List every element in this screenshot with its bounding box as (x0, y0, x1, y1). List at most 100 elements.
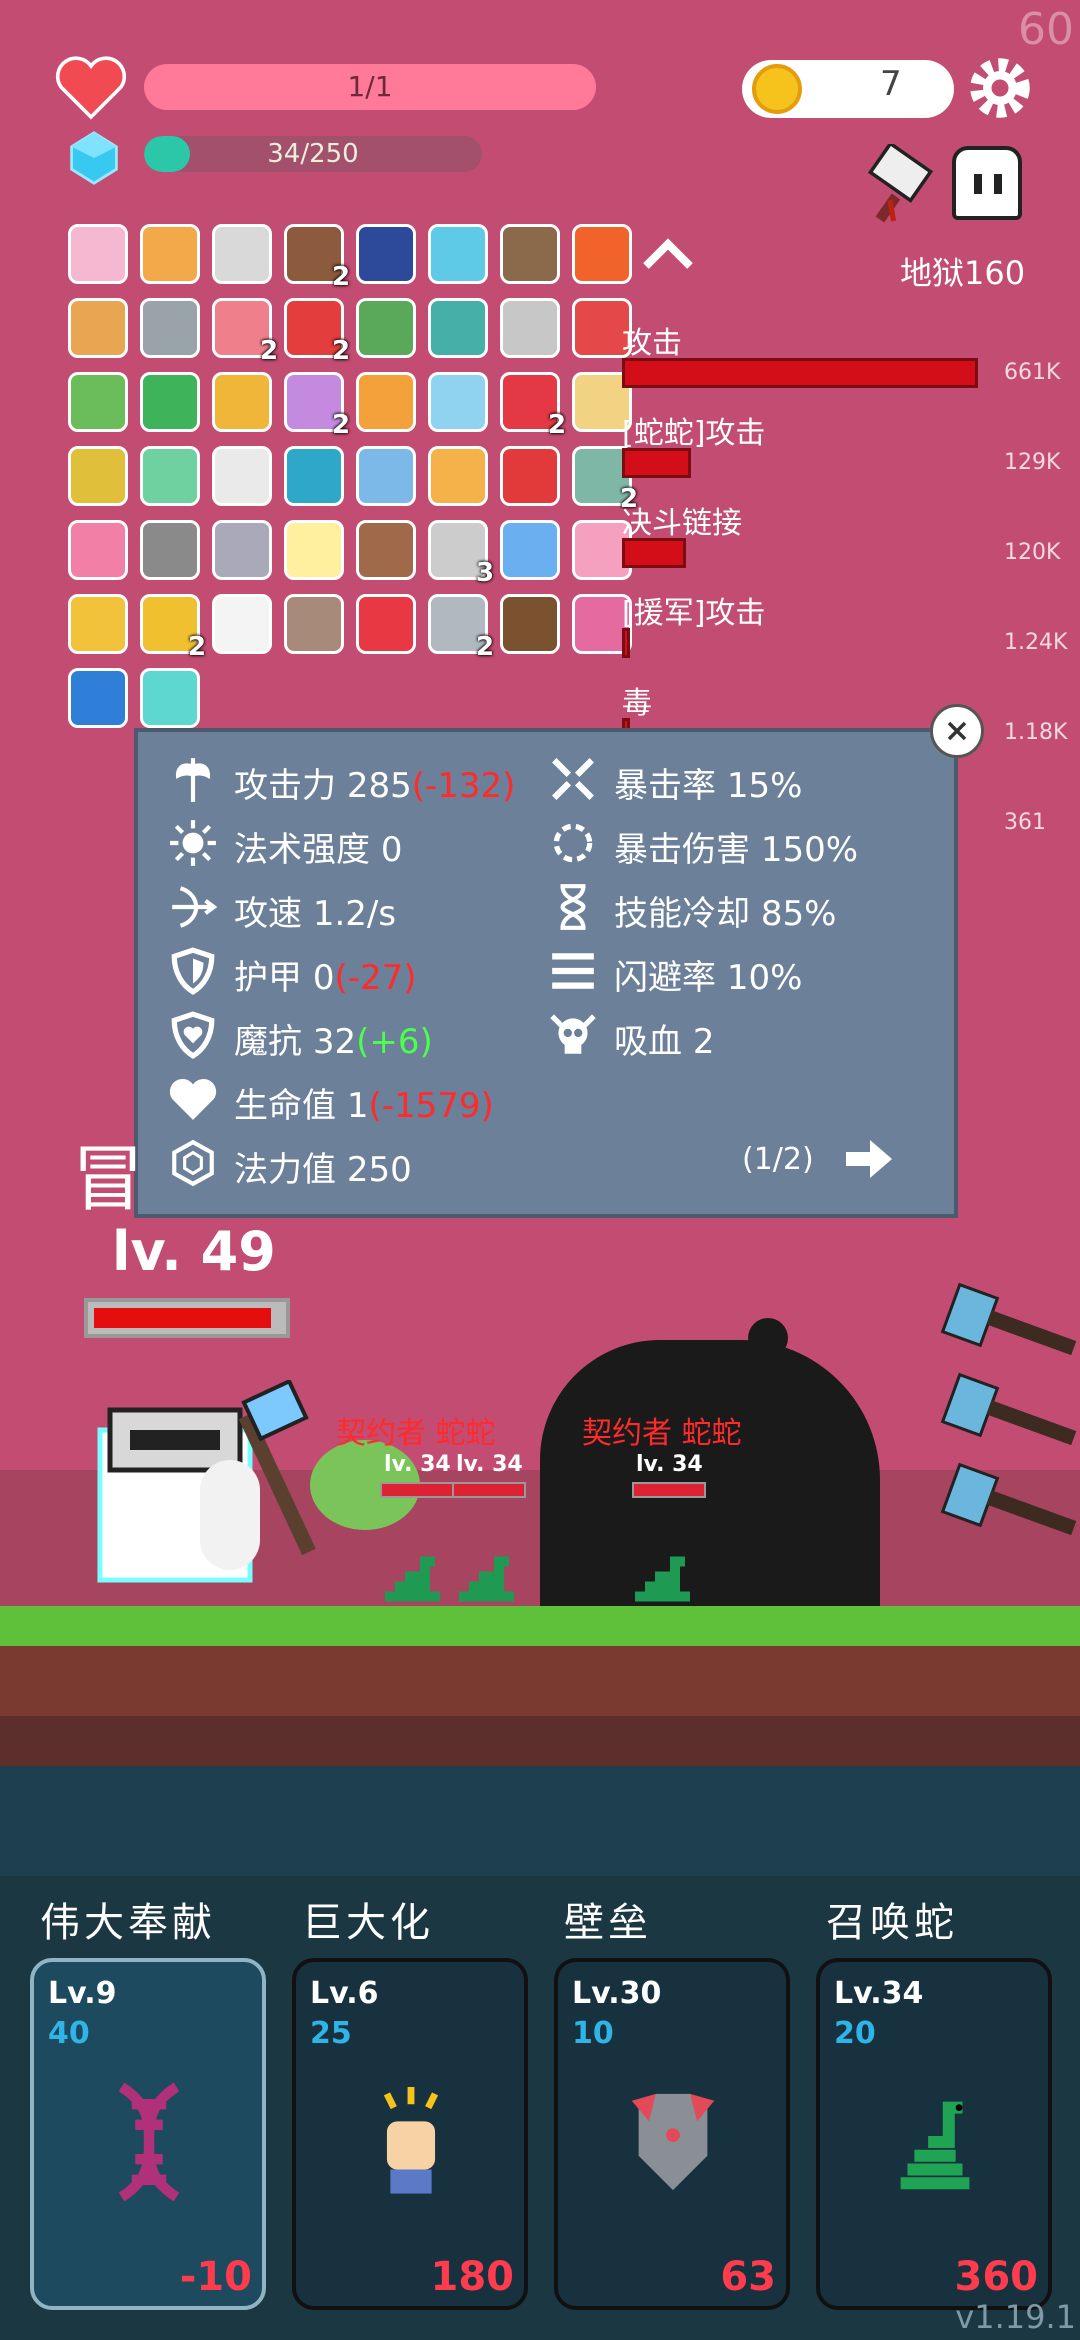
damage-source-label: 毒 (622, 686, 652, 721)
damage-bar (622, 358, 978, 388)
tools-icon[interactable] (212, 224, 272, 284)
scroll-icon[interactable] (140, 224, 200, 284)
dodge-icon (552, 953, 594, 989)
grass-ground (0, 1606, 1080, 1646)
damage-bar (622, 538, 686, 568)
envelope-icon[interactable] (68, 224, 128, 284)
apple-icon[interactable] (500, 446, 560, 506)
magic-shield-icon (171, 1011, 215, 1059)
robe-icon[interactable] (356, 446, 416, 506)
ghost-icon[interactable] (212, 594, 272, 654)
bible-icon[interactable] (356, 224, 416, 284)
smoke-puff (748, 1318, 788, 1358)
chevron-up-icon[interactable] (640, 236, 696, 272)
money-icon[interactable] (68, 372, 128, 432)
pirate-ship-icon[interactable] (500, 224, 560, 284)
egg-icon[interactable] (68, 446, 128, 506)
ghost-pet-icon[interactable] (952, 146, 1022, 220)
skill-card[interactable]: Lv.9 40 -10 (30, 1958, 266, 2310)
hero-knight-sprite (97, 1380, 316, 1583)
id-card-icon[interactable] (428, 446, 488, 506)
damage-source-label: [援军]攻击 (622, 596, 766, 631)
dna-icon (118, 2082, 180, 2202)
skill-level: Lv.30 (572, 1976, 662, 2011)
mana-text: 34/250 (267, 139, 359, 169)
cards-icon[interactable] (212, 446, 272, 506)
damage-value: 120K (1004, 540, 1061, 565)
item-count: 3 (476, 558, 495, 588)
glow-card-icon[interactable] (140, 668, 200, 728)
crit-icon (552, 758, 594, 800)
coin-icon (752, 64, 802, 114)
beer-icon[interactable] (68, 594, 128, 654)
potion-icon[interactable] (428, 372, 488, 432)
damage-value: 129K (1004, 450, 1061, 475)
item-count: 2 (332, 262, 351, 292)
tombstone-icon[interactable] (284, 594, 344, 654)
spiral-icon[interactable] (284, 446, 344, 506)
spiked-mace-icon[interactable] (140, 298, 200, 358)
stat-cooldown: 技能冷却 85% (614, 894, 837, 934)
magnifier-icon[interactable] (428, 224, 488, 284)
enemy-name: 契约者 蛇蛇 (336, 1416, 496, 1451)
snake-enemy-sprite (635, 1556, 690, 1602)
hero-hp-bar (84, 1298, 290, 1338)
daisy-icon[interactable] (284, 520, 344, 580)
bow-icon (172, 886, 218, 928)
beads-icon[interactable] (140, 446, 200, 506)
falling-hammers (940, 1282, 1077, 1536)
skill-cost: 40 (48, 2016, 90, 2051)
round-shield-icon[interactable] (356, 520, 416, 580)
feather-pen-icon[interactable] (500, 520, 560, 580)
stat-crit-rate: 暴击率 15% (614, 766, 803, 806)
skill-card[interactable]: Lv.6 25 180 (292, 1958, 528, 2310)
fire-spirit-icon[interactable] (572, 224, 632, 284)
snake-enemy-sprite (385, 1556, 440, 1602)
meteor-icon[interactable] (140, 520, 200, 580)
damage-source-label: 决斗链接 (622, 506, 742, 541)
skill-cost: 10 (572, 2016, 614, 2051)
enemy-level: lv. 34 (384, 1452, 451, 1477)
dark-smoke-cloud (540, 1340, 880, 1610)
stat-crit-damage: 暴击伤害 150% (614, 830, 859, 870)
skull-icon (550, 1014, 596, 1054)
damage-value: 661K (1004, 360, 1061, 385)
skill-value: 360 (954, 2254, 1039, 2300)
item-count: 2 (332, 336, 351, 366)
skill-card[interactable]: Lv.30 10 63 (554, 1958, 790, 2310)
hp-text: 1/1 (347, 70, 393, 103)
bookmark-icon[interactable] (356, 594, 416, 654)
hero-level: lv. 49 (112, 1220, 276, 1283)
tea-cup-icon[interactable] (356, 298, 416, 358)
tent-icon[interactable] (428, 298, 488, 358)
stat-attack: 攻击力 285(-132) (234, 766, 516, 806)
fps-counter: 60 (1018, 4, 1074, 55)
hero-hp-fill (94, 1308, 271, 1328)
close-button[interactable] (930, 704, 984, 758)
damage-value: 1.24K (1004, 630, 1068, 655)
snake-enemy-sprite (459, 1556, 514, 1602)
book-icon[interactable] (68, 298, 128, 358)
molecule-icon[interactable] (500, 298, 560, 358)
pineapple-icon[interactable] (212, 372, 272, 432)
enemy-level: lv. 34 (636, 1452, 703, 1477)
stat-armor: 护甲 0(-27) (234, 958, 417, 998)
gear-icon[interactable] (966, 54, 1034, 122)
skill-name: 伟大奉献 (40, 1900, 216, 1946)
stat-mana: 法力值 250 (234, 1150, 412, 1190)
star-card-icon[interactable] (68, 668, 128, 728)
heart-icon (55, 56, 127, 120)
green-card-icon[interactable] (140, 372, 200, 432)
damage-value: 1.18K (1004, 720, 1068, 745)
crown-icon[interactable] (356, 372, 416, 432)
coconut-icon[interactable] (500, 594, 560, 654)
skill-value: 180 (430, 2254, 515, 2300)
battle-axe-icon[interactable] (212, 520, 272, 580)
skill-card[interactable]: Lv.34 20 360 (816, 1958, 1052, 2310)
item-count: 2 (476, 632, 495, 662)
spray-bottle-icon[interactable] (68, 520, 128, 580)
skill-cost: 20 (834, 2016, 876, 2051)
skill-value: 63 (720, 2254, 776, 2300)
next-page-arrow-icon[interactable] (842, 1136, 896, 1182)
stat-hp: 生命值 1(-1579) (234, 1086, 494, 1126)
